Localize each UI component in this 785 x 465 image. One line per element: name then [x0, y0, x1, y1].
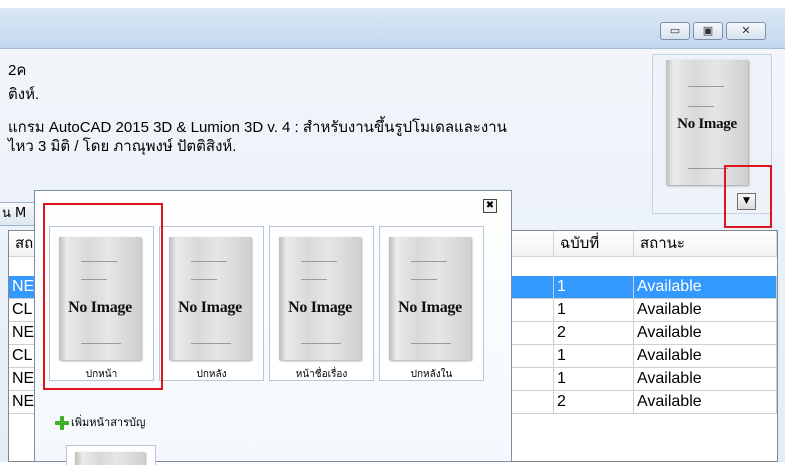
no-image-text: No Image: [288, 299, 352, 316]
card-label-inside-back: ปกหลังใน: [410, 369, 453, 380]
record-call-number: 2ค: [8, 62, 27, 79]
cover-card-toc[interactable]: [66, 445, 156, 465]
cell-copy: 2: [554, 322, 634, 344]
cover-card-inside-back[interactable]: No Image: [379, 226, 484, 381]
no-image-text: No Image: [677, 116, 737, 132]
cover-thumbnail: [75, 452, 145, 465]
plus-icon: [55, 416, 69, 430]
grid-header-copy[interactable]: ฉบับที่: [554, 231, 634, 257]
close-icon: ✕: [741, 24, 751, 37]
book-spine: [75, 452, 82, 465]
dropdown-highlight-box: [724, 165, 772, 228]
cell-status: Available: [634, 391, 777, 413]
cell-copy: 1: [554, 276, 634, 298]
book-line: [191, 343, 231, 344]
cell-copy: 2: [554, 391, 634, 413]
maximize-icon: ▣: [702, 24, 714, 37]
cover-thumbnail: No Image: [169, 237, 251, 360]
add-toc-page-label: เพิ่มหน้าสารบัญ: [71, 416, 146, 429]
book-line: [191, 261, 227, 262]
book-line: [301, 261, 337, 262]
cell-copy: 1: [554, 299, 634, 321]
front-cover-highlight-box: [43, 203, 163, 390]
book-line: [301, 343, 341, 344]
cover-card-title-page[interactable]: No Image: [269, 226, 374, 381]
record-title-line2: ไหว 3 มิติ / โดย ภาณุพงษ์ ปัตติสิงห์.: [8, 138, 237, 155]
close-icon: ✖: [485, 200, 495, 211]
card-label-back: ปกหลัง: [196, 369, 227, 380]
book-line: [301, 279, 327, 280]
add-toc-page-link[interactable]: เพิ่มหน้าสารบัญ: [55, 413, 145, 431]
book-line: [688, 86, 724, 87]
book-line: [688, 106, 714, 107]
cell-status: Available: [634, 276, 777, 298]
no-image-text: No Image: [398, 299, 462, 316]
grid-header-status[interactable]: สถานะ: [634, 231, 777, 257]
minimize-button[interactable]: ▭: [660, 22, 690, 40]
cover-thumbnail: No Image: [389, 237, 471, 360]
maximize-button[interactable]: ▣: [693, 22, 723, 40]
minimize-icon: ▭: [669, 24, 681, 37]
no-image-text: No Image: [178, 299, 242, 316]
top-strip: [0, 0, 785, 8]
cell-status: Available: [634, 299, 777, 321]
cover-thumbnail: No Image: [279, 237, 361, 360]
cover-card-back[interactable]: No Image: [159, 226, 264, 381]
card-label-title-page: หน้าชื่อเรื่อง: [295, 369, 348, 380]
cell-status: Available: [634, 345, 777, 367]
window-titlebar: ▭ ▣ ✕: [0, 8, 785, 49]
book-line: [411, 343, 451, 344]
cell-status: Available: [634, 322, 777, 344]
book-line: [411, 261, 447, 262]
book-line: [191, 279, 217, 280]
book-line: [688, 168, 728, 169]
cell-copy: 1: [554, 345, 634, 367]
popup-close-button[interactable]: ✖: [483, 199, 497, 213]
record-author: ติงห์.: [8, 86, 40, 103]
close-window-button[interactable]: ✕: [726, 22, 766, 40]
cell-copy: 1: [554, 368, 634, 390]
cell-status: Available: [634, 368, 777, 390]
book-line: [411, 279, 437, 280]
